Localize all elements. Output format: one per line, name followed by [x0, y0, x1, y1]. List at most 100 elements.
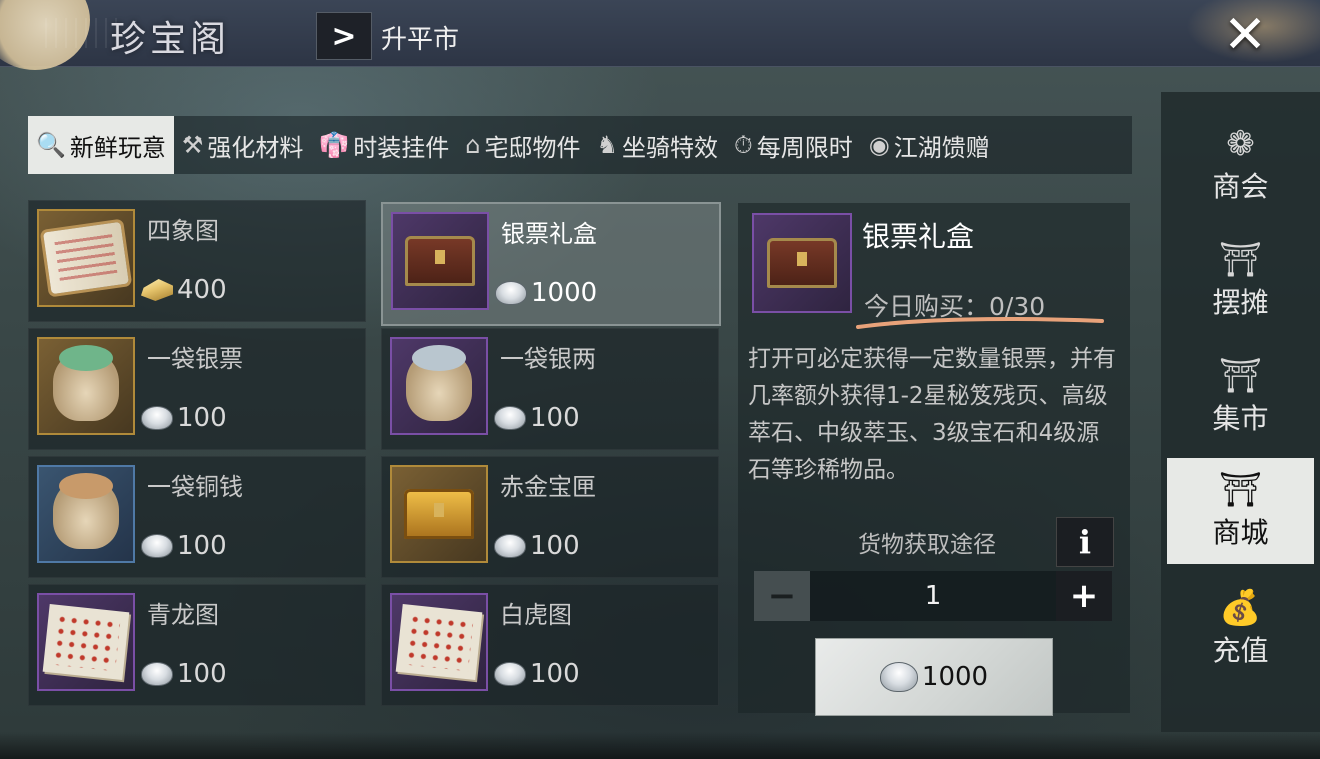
- item-thumbnail: [390, 337, 488, 435]
- category-tabs: 🔍 新鲜玩意 ⚒ 强化材料 👘 时装挂件 ⌂ 宅邸物件 ♞ 坐骑特效 ⏱ 每周限…: [28, 116, 1132, 174]
- tab-weekly-limited[interactable]: ⏱ 每周限时: [726, 116, 861, 174]
- tab-label: 时装挂件: [353, 133, 450, 162]
- increase-button[interactable]: +: [1056, 571, 1112, 621]
- close-button[interactable]: ✕: [1200, 0, 1290, 70]
- item-thumbnail: [37, 593, 135, 691]
- buy-price: 1000: [921, 662, 989, 692]
- source-label: 货物获取途径: [858, 532, 996, 558]
- sidenav-item-mall[interactable]: ⛩ 商城: [1167, 458, 1314, 564]
- stopwatch-icon: ⏱: [734, 131, 753, 159]
- price-value: 100: [177, 531, 227, 561]
- item-name: 一袋银票: [147, 345, 243, 373]
- item-name: 一袋银两: [500, 345, 596, 373]
- price-value: 100: [530, 531, 580, 561]
- price-value: 400: [177, 275, 227, 305]
- tab-label: 坐骑特效: [622, 133, 719, 162]
- tab-costume-accessories[interactable]: 👘 时装挂件: [311, 116, 457, 174]
- item-thumbnail: [391, 212, 489, 310]
- gold-ingot-icon: [141, 279, 173, 301]
- item-thumbnail: [37, 337, 135, 435]
- item-name: 四象图: [147, 217, 219, 245]
- gold-chest-icon: [404, 489, 474, 539]
- map-icon: [42, 604, 130, 680]
- magnifier-icon: 🔍: [36, 131, 66, 159]
- tab-jianghu-gifts[interactable]: ◉ 江湖馈赠: [861, 116, 998, 174]
- quantity-value[interactable]: 1: [810, 571, 1056, 621]
- sidenav-item-market[interactable]: ⛩ 集市: [1167, 344, 1314, 450]
- chest-icon: [405, 236, 475, 286]
- sidenav-label: 集市: [1212, 402, 1269, 435]
- page-title: 珍宝阁: [110, 19, 231, 60]
- item-card[interactable]: 青龙图 100: [28, 584, 366, 706]
- silver-ingot-icon: [495, 281, 527, 305]
- sidenav-item-recharge[interactable]: 💰 充值: [1167, 576, 1314, 682]
- item-price: 100: [141, 531, 227, 561]
- item-card[interactable]: 赤金宝匣 100: [381, 456, 719, 578]
- money-bag-icon: [53, 345, 119, 421]
- item-price: 100: [141, 403, 227, 433]
- item-card[interactable]: 一袋银票 100: [28, 328, 366, 450]
- item-thumbnail: [37, 209, 135, 307]
- item-detail-panel: 银票礼盒 今日购买：0/30 打开可必定获得一定数量银票，并有几率额外获得1-2…: [738, 203, 1130, 715]
- house-icon: ⌂: [465, 131, 481, 159]
- market-icon: ⛩: [1218, 356, 1263, 396]
- price-value: 100: [177, 403, 227, 433]
- info-button[interactable]: i: [1056, 517, 1114, 567]
- side-navigation: ❁ 商会 ⛩ 摆摊 ⛩ 集市 ⛩ 商城 💰 充值: [1161, 92, 1320, 732]
- guild-icon: ❁: [1226, 124, 1255, 164]
- silver-ingot-icon: [494, 406, 526, 430]
- item-name: 白虎图: [500, 601, 572, 629]
- costume-icon: 👘: [319, 131, 350, 159]
- item-price: 100: [494, 659, 580, 689]
- sidenav-label: 商城: [1212, 516, 1269, 549]
- item-card[interactable]: 白虎图 100: [381, 584, 719, 706]
- sidenav-label: 摆摊: [1212, 286, 1269, 319]
- item-card-selected[interactable]: 银票礼盒 1000: [381, 202, 721, 326]
- scroll-icon: [43, 221, 129, 295]
- tab-house-items[interactable]: ⌂ 宅邸物件: [457, 116, 588, 174]
- item-card[interactable]: 一袋铜钱 100: [28, 456, 366, 578]
- item-name: 一袋铜钱: [147, 473, 243, 501]
- silver-ingot-icon: [141, 534, 173, 558]
- money-bag-icon: [406, 345, 472, 421]
- item-thumbnail: [390, 593, 488, 691]
- map-icon: [395, 604, 483, 680]
- item-name: 青龙图: [147, 601, 219, 629]
- item-thumbnail: [390, 465, 488, 563]
- item-price: 100: [494, 531, 580, 561]
- price-value: 100: [177, 659, 227, 689]
- buy-button[interactable]: 1000: [816, 639, 1052, 715]
- price-value: 100: [530, 659, 580, 689]
- silver-ingot-icon: [879, 662, 918, 692]
- item-card[interactable]: 四象图 400: [28, 200, 366, 322]
- silver-ingot-icon: [141, 406, 173, 430]
- tab-mount-effects[interactable]: ♞ 坐骑特效: [589, 116, 727, 174]
- item-price: 1000: [495, 278, 597, 308]
- item-description: 打开可必定获得一定数量银票，并有几率额外获得1-2星秘笈残页、高级萃石、中级萃玉…: [748, 346, 1116, 483]
- gift-icon: ◉: [868, 131, 890, 159]
- item-card[interactable]: 一袋银两 100: [381, 328, 719, 450]
- tab-enhance-materials[interactable]: ⚒ 强化材料: [174, 116, 312, 174]
- chest-icon: [767, 238, 837, 288]
- quantity-stepper: − 1 +: [754, 571, 1112, 621]
- item-price: 400: [141, 275, 227, 305]
- tab-fresh-items[interactable]: 🔍 新鲜玩意: [28, 116, 174, 174]
- tab-label: 新鲜玩意: [69, 133, 166, 162]
- horse-icon: ♞: [596, 131, 619, 159]
- sidenav-item-guild[interactable]: ❁ 商会: [1167, 112, 1314, 218]
- detail-item-name: 银票礼盒: [862, 220, 975, 253]
- sidenav-item-stall[interactable]: ⛩ 摆摊: [1167, 228, 1314, 334]
- highlight-underline: [856, 317, 1104, 329]
- silver-ingot-icon: [141, 662, 173, 686]
- recharge-icon: 💰: [1219, 588, 1262, 628]
- item-price: 100: [494, 403, 580, 433]
- detail-thumbnail: [752, 213, 852, 313]
- enhance-material-icon: ⚒: [181, 131, 204, 159]
- location-arrow-button[interactable]: >: [316, 12, 372, 60]
- silver-ingot-icon: [494, 534, 526, 558]
- decrease-button[interactable]: −: [754, 571, 810, 621]
- price-value: 1000: [531, 278, 598, 308]
- tab-label: 每周限时: [756, 133, 853, 162]
- shop-screen: 珍宝阁 > 升平市 ✕ 🔍 新鲜玩意 ⚒ 强化材料 👘 时装挂件 ⌂ 宅邸物件 …: [0, 0, 1320, 759]
- item-name: 银票礼盒: [501, 220, 597, 248]
